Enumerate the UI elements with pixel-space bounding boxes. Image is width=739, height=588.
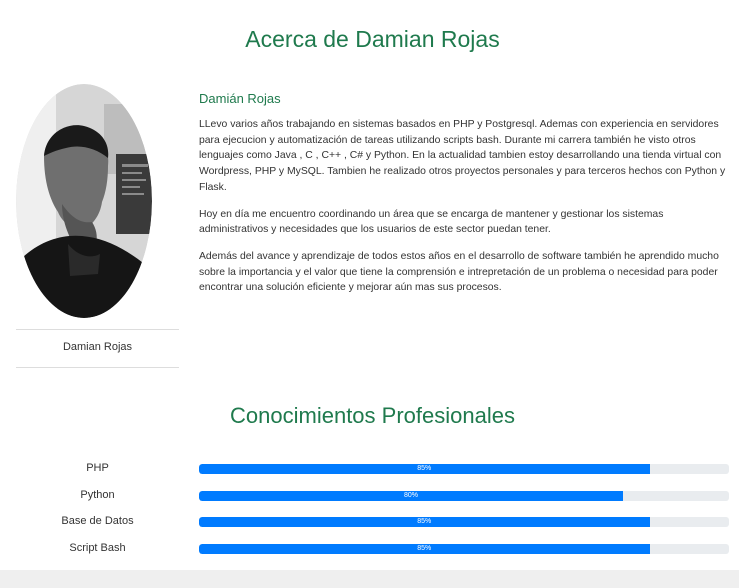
bio-section: Damián Rojas LLevo varios años trabajand…	[199, 91, 729, 307]
skill-row-base-de-datos: Base de Datos 85%	[0, 513, 739, 533]
about-page: Acerca de Damian Rojas Damian Rojas Dami…	[0, 0, 739, 588]
avatar	[16, 84, 152, 318]
profile-card-name: Damian Rojas	[62, 341, 133, 353]
skill-progress-fill: 80%	[199, 491, 623, 501]
skill-progress-track: 80%	[199, 491, 729, 501]
skill-row-script-bash: Script Bash 85%	[0, 540, 739, 560]
card-divider-bottom	[16, 367, 179, 368]
profile-card	[16, 84, 179, 318]
skill-progress-fill: 85%	[199, 517, 650, 527]
bio-paragraph: Además del avance y aprendizaje de todos…	[199, 250, 719, 294]
skill-progress-track: 85%	[199, 544, 729, 554]
bio-paragraph: Hoy en día me encuentro coordinando un á…	[199, 208, 664, 236]
footer-band	[0, 570, 739, 588]
skill-row-php: PHP 85%	[0, 460, 739, 480]
bio-paragraph: LLevo varios años trabajando en sistemas…	[199, 119, 726, 193]
skill-progress-track: 85%	[199, 464, 729, 474]
skill-progress-fill: 85%	[199, 544, 650, 554]
skill-progress-fill: 85%	[199, 464, 650, 474]
about-title: Acerca de Damian Rojas	[245, 26, 500, 52]
card-divider-top	[16, 329, 179, 330]
skill-label: Base de Datos	[61, 515, 134, 527]
bio-name: Damián Rojas	[199, 91, 281, 106]
skills-title: Conocimientos Profesionales	[230, 403, 515, 428]
skill-label: Script Bash	[69, 542, 126, 554]
skill-row-python: Python 80%	[0, 487, 739, 507]
skill-label: PHP	[86, 462, 109, 474]
skill-progress-track: 85%	[199, 517, 729, 527]
skill-label: Python	[80, 489, 115, 501]
